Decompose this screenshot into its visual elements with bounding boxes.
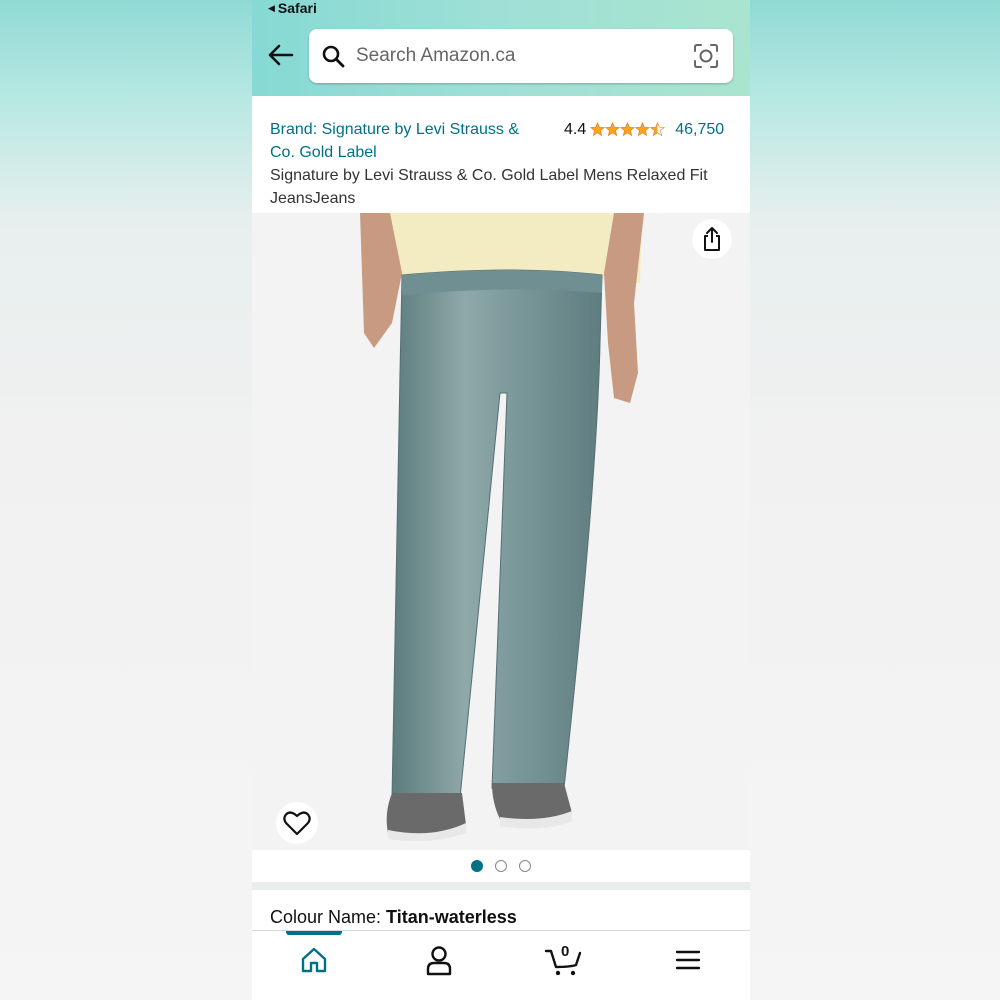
home-icon [302, 947, 327, 973]
star-rating [590, 122, 666, 137]
product-image[interactable] [252, 213, 750, 850]
colour-label: Colour Name: Titan-waterless [270, 907, 517, 928]
colour-value: Titan-waterless [386, 907, 517, 927]
jeans-illustration [360, 213, 644, 841]
search-box[interactable] [309, 29, 733, 83]
colour-selector: Colour Name: Titan-waterless [252, 890, 750, 932]
account-icon [426, 946, 451, 976]
product-header: Brand: Signature by Levi Strauss & Co. G… [252, 96, 750, 213]
back-arrow-icon[interactable] [266, 40, 296, 70]
star-half-icon [650, 122, 666, 137]
pagination-dot-1[interactable] [471, 860, 483, 872]
share-icon [704, 227, 720, 251]
pagination-dot-2[interactable] [495, 860, 507, 872]
nav-cart[interactable]: 0 [501, 931, 626, 1000]
nav-menu[interactable] [626, 931, 751, 1000]
backdrop-left [0, 0, 252, 1000]
review-count-link[interactable]: 46,750 [675, 118, 724, 141]
cart-count: 0 [561, 943, 570, 960]
status-back-to-app[interactable]: ◀ Safari [268, 0, 317, 16]
back-triangle-icon: ◀ [268, 2, 275, 13]
heart-icon [283, 811, 311, 836]
product-title: Signature by Levi Strauss & Co. Gold Lab… [270, 167, 708, 207]
image-pagination [252, 850, 750, 882]
bottom-nav: 0 [252, 930, 750, 1000]
pagination-dot-3[interactable] [519, 860, 531, 872]
backdrop-right [750, 0, 1000, 1000]
nav-account[interactable] [377, 931, 502, 1000]
search-input[interactable] [356, 41, 676, 71]
status-back-label: Safari [277, 0, 317, 16]
share-button[interactable] [692, 219, 732, 259]
menu-icon [675, 950, 700, 970]
rating-score: 4.4 [564, 121, 587, 138]
colour-label-text: Colour Name: [270, 907, 387, 927]
camera-lens-icon[interactable] [693, 43, 719, 69]
top-bar: ◀ Safari [252, 0, 750, 96]
rating[interactable]: 4.4 46,750 [564, 118, 724, 141]
star-full-icon [590, 122, 606, 137]
wishlist-button[interactable] [276, 802, 318, 844]
star-full-icon [605, 122, 621, 137]
phone-screen: ◀ Safari Brand: Signature by Levi Straus… [252, 0, 750, 1000]
nav-home[interactable] [252, 931, 377, 1000]
search-icon [322, 45, 345, 68]
star-full-icon [635, 122, 651, 137]
brand-link[interactable]: Brand: Signature by Levi Strauss & Co. G… [270, 118, 540, 164]
star-full-icon [620, 122, 636, 137]
